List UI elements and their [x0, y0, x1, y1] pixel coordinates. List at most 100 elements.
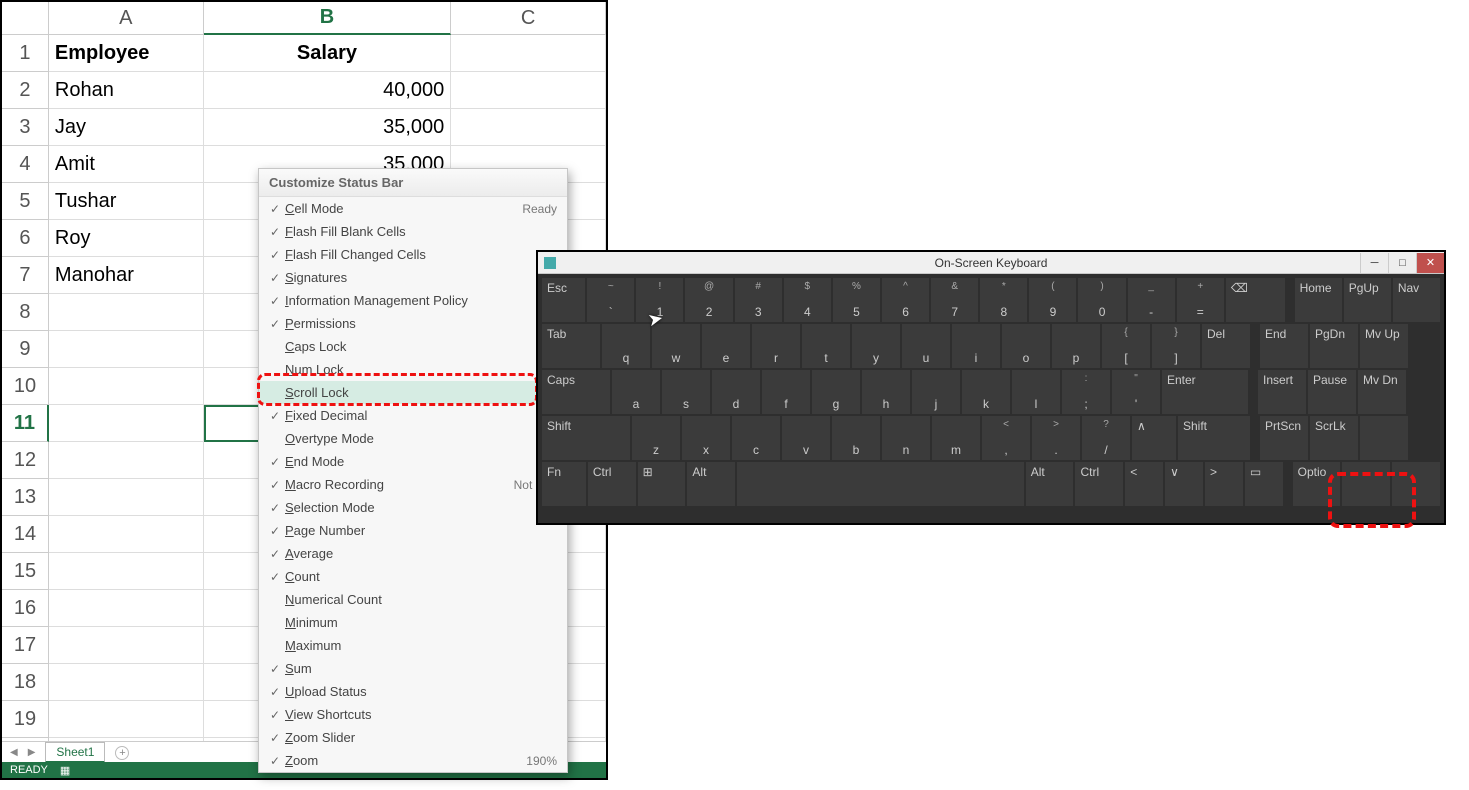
osk-titlebar[interactable]: On-Screen Keyboard ─ □ ✕: [538, 252, 1444, 274]
menu-item[interactable]: ✓Information Management Policy: [259, 289, 567, 312]
cell[interactable]: [49, 627, 204, 664]
key-enter[interactable]: Enter: [1162, 370, 1248, 414]
cell[interactable]: [49, 405, 204, 442]
menu-item[interactable]: ✓End Mode: [259, 450, 567, 473]
cell[interactable]: 40,000: [204, 72, 452, 109]
key-pgup[interactable]: PgUp: [1344, 278, 1391, 322]
cell[interactable]: [49, 368, 204, 405]
key-7[interactable]: &7: [931, 278, 978, 322]
menu-item[interactable]: ✓Average: [259, 542, 567, 565]
key-2[interactable]: @2: [685, 278, 732, 322]
key-home[interactable]: Home: [1295, 278, 1342, 322]
key-tab[interactable]: Tab: [542, 324, 600, 368]
row-header[interactable]: 12: [2, 442, 49, 479]
cell[interactable]: Salary: [204, 35, 452, 72]
close-button[interactable]: ✕: [1416, 253, 1444, 273]
customize-status-bar-menu[interactable]: Customize Status Bar ✓Cell ModeReady✓Fla…: [258, 168, 568, 773]
menu-item[interactable]: Numerical Count: [259, 588, 567, 611]
key-r[interactable]: r: [752, 324, 800, 368]
key-0[interactable]: )0: [1078, 278, 1125, 322]
key-ctrl[interactable]: Ctrl: [1075, 462, 1123, 506]
key-n[interactable]: n: [882, 416, 930, 460]
menu-item[interactable]: ✓Flash Fill Blank Cells: [259, 220, 567, 243]
key-5[interactable]: %5: [833, 278, 880, 322]
cell[interactable]: [49, 664, 204, 701]
key-mvup[interactable]: Mv Up: [1360, 324, 1408, 368]
macro-record-icon[interactable]: ▦: [60, 764, 70, 777]
key-[interactable]: [737, 462, 1023, 506]
key-y[interactable]: y: [852, 324, 900, 368]
row-header[interactable]: 2: [2, 72, 49, 109]
menu-item[interactable]: ✓Sum: [259, 657, 567, 680]
key-fn[interactable]: Fn: [542, 462, 586, 506]
key-p[interactable]: p: [1052, 324, 1100, 368]
maximize-button[interactable]: □: [1388, 253, 1416, 273]
key-i[interactable]: i: [952, 324, 1000, 368]
cell[interactable]: Tushar: [49, 183, 204, 220]
menu-item[interactable]: Caps Lock: [259, 335, 567, 358]
key-prtscn[interactable]: PrtScn: [1260, 416, 1308, 460]
menu-item[interactable]: ✓View Shortcuts: [259, 703, 567, 726]
key-d[interactable]: d: [712, 370, 760, 414]
key-[interactable]: ~`: [587, 278, 634, 322]
row-header[interactable]: 15: [2, 553, 49, 590]
cell[interactable]: [49, 553, 204, 590]
key-mvdn[interactable]: Mv Dn: [1358, 370, 1406, 414]
tab-nav-prev-icon[interactable]: ◀: [10, 747, 18, 758]
menu-item[interactable]: Minimum: [259, 611, 567, 634]
key-g[interactable]: g: [812, 370, 860, 414]
row-header[interactable]: 19: [2, 701, 49, 738]
row-header[interactable]: 13: [2, 479, 49, 516]
key-8[interactable]: *8: [980, 278, 1027, 322]
key-[interactable]: <: [1125, 462, 1163, 506]
row-header[interactable]: 16: [2, 590, 49, 627]
row-header[interactable]: 1: [2, 35, 49, 72]
cell[interactable]: [49, 294, 204, 331]
key-esc[interactable]: Esc: [542, 278, 585, 322]
key-pgdn[interactable]: PgDn: [1310, 324, 1358, 368]
add-sheet-button[interactable]: +: [115, 746, 129, 760]
key-[interactable]: ▭: [1245, 462, 1283, 506]
menu-item[interactable]: Num Lock: [259, 358, 567, 381]
key-f[interactable]: f: [762, 370, 810, 414]
menu-item[interactable]: ✓Upload Status: [259, 680, 567, 703]
menu-item[interactable]: ✓Permissions: [259, 312, 567, 335]
menu-item[interactable]: ✓Macro RecordingNot Rec: [259, 473, 567, 496]
row-header[interactable]: 4: [2, 146, 49, 183]
menu-item[interactable]: ✓Signatures: [259, 266, 567, 289]
cell[interactable]: [451, 72, 606, 109]
key-4[interactable]: $4: [784, 278, 831, 322]
row-header[interactable]: 18: [2, 664, 49, 701]
key-[interactable]: "': [1112, 370, 1160, 414]
cell[interactable]: [49, 516, 204, 553]
key-l[interactable]: l: [1012, 370, 1060, 414]
key-t[interactable]: t: [802, 324, 850, 368]
key-x[interactable]: x: [682, 416, 730, 460]
key-[interactable]: [1360, 416, 1408, 460]
menu-item[interactable]: ✓Fixed Decimal: [259, 404, 567, 427]
row-header[interactable]: 11: [2, 405, 49, 442]
row-header[interactable]: 8: [2, 294, 49, 331]
key-insert[interactable]: Insert: [1258, 370, 1306, 414]
select-all-corner[interactable]: [2, 2, 49, 35]
cell[interactable]: [451, 35, 606, 72]
key-j[interactable]: j: [912, 370, 960, 414]
key-nav[interactable]: Nav: [1393, 278, 1440, 322]
row-header[interactable]: 9: [2, 331, 49, 368]
menu-item[interactable]: Maximum: [259, 634, 567, 657]
key-h[interactable]: h: [862, 370, 910, 414]
key-c[interactable]: c: [732, 416, 780, 460]
menu-item[interactable]: ✓Count: [259, 565, 567, 588]
key-m[interactable]: m: [932, 416, 980, 460]
menu-item[interactable]: ✓Zoom190%: [259, 749, 567, 772]
key-pause[interactable]: Pause: [1308, 370, 1356, 414]
minimize-button[interactable]: ─: [1360, 253, 1388, 273]
key-[interactable]: >.: [1032, 416, 1080, 460]
key-[interactable]: <,: [982, 416, 1030, 460]
key-[interactable]: :;: [1062, 370, 1110, 414]
cell[interactable]: Amit: [49, 146, 204, 183]
key-a[interactable]: a: [612, 370, 660, 414]
key-6[interactable]: ^6: [882, 278, 929, 322]
key-q[interactable]: q: [602, 324, 650, 368]
key-[interactable]: ?/: [1082, 416, 1130, 460]
